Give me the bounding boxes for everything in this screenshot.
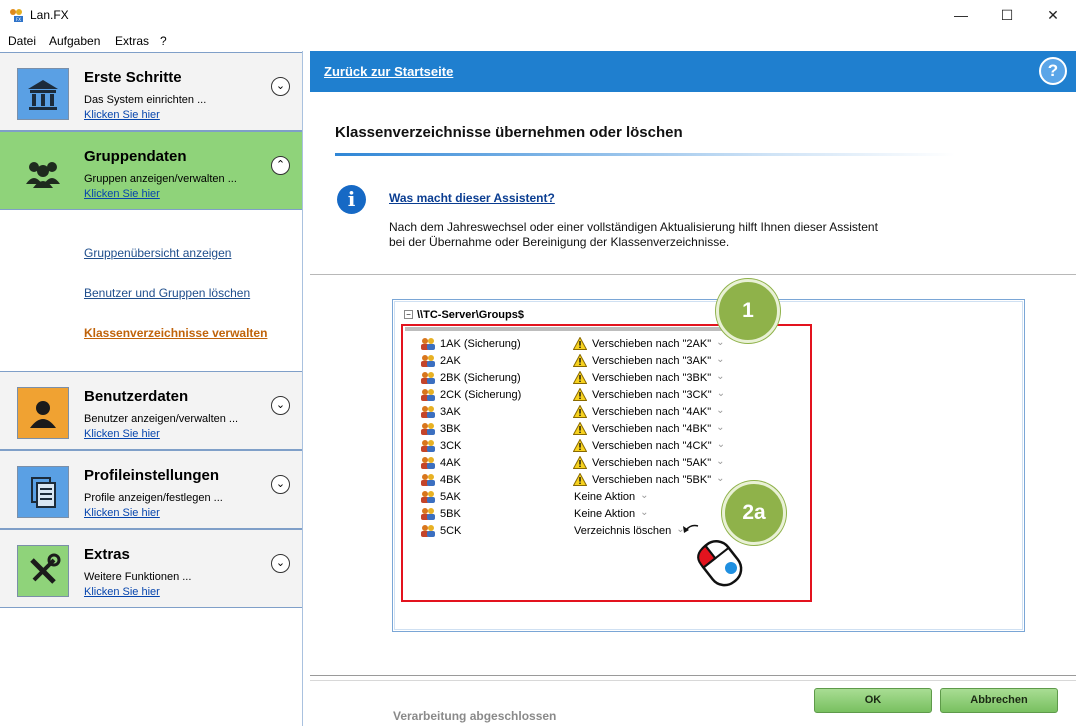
- group-icon: [17, 147, 69, 199]
- sidebar: Erste Schritte Das System einrichten ...…: [0, 51, 303, 726]
- description-line: Nach dem Jahreswechsel oder einer vollst…: [389, 220, 878, 234]
- link-benutzer-gruppen-loeschen[interactable]: Benutzer und Gruppen löschen: [84, 286, 250, 300]
- link-gruppenuebersicht[interactable]: Gruppenübersicht anzeigen: [84, 246, 231, 260]
- panel-link[interactable]: Klicken Sie hier: [84, 507, 160, 519]
- menu-bar: Datei Aufgaben Extras ?: [0, 31, 1076, 51]
- svg-text:FX: FX: [16, 17, 21, 22]
- panel-link[interactable]: Klicken Sie hier: [84, 428, 160, 440]
- info-icon: i: [337, 185, 366, 214]
- chevron-down-icon[interactable]: ⌄: [271, 475, 290, 494]
- chevron-down-icon[interactable]: ⌄: [271, 396, 290, 415]
- description-line: bei der Übernahme oder Bereinigung der K…: [389, 235, 730, 249]
- header-bar: Zurück zur Startseite ?: [310, 51, 1076, 92]
- panel-subtitle: Weitere Funktionen ...: [84, 571, 192, 583]
- panel-erste-schritte[interactable]: Erste Schritte Das System einrichten ...…: [0, 52, 302, 131]
- minimize-icon[interactable]: —: [938, 0, 984, 30]
- panel-link[interactable]: Klicken Sie hier: [84, 188, 160, 200]
- page-title: Klassenverzeichnisse übernehmen oder lös…: [335, 124, 683, 141]
- footer-divider: [310, 675, 1076, 676]
- chevron-down-icon[interactable]: ⌄: [271, 554, 290, 573]
- status-text: Verarbeitung abgeschlossen: [393, 709, 557, 723]
- link-klassenverzeichnisse[interactable]: Klassenverzeichnisse verwalten: [84, 326, 267, 340]
- panel-subtitle: Profile anzeigen/festlegen ...: [84, 492, 223, 504]
- panel-link[interactable]: Klicken Sie hier: [84, 586, 160, 598]
- back-link[interactable]: Zurück zur Startseite: [324, 64, 453, 79]
- panel-profileinstellungen[interactable]: Profileinstellungen Profile anzeigen/fes…: [0, 450, 302, 529]
- menu-datei[interactable]: Datei: [8, 34, 36, 48]
- ok-button[interactable]: OK: [814, 688, 932, 713]
- tools-icon: [17, 545, 69, 597]
- profile-icon: [17, 466, 69, 518]
- panel-title: Profileinstellungen: [84, 467, 220, 484]
- panel-title: Gruppendaten: [84, 148, 187, 165]
- description: Nach dem Jahreswechsel oder einer vollst…: [389, 220, 949, 250]
- tree-root-label: \\TC-Server\Groups$: [417, 309, 524, 321]
- chevron-up-icon[interactable]: ⌃: [271, 156, 290, 175]
- panel-gruppendaten[interactable]: Gruppendaten Gruppen anzeigen/verwalten …: [0, 131, 302, 210]
- divider: [310, 274, 1076, 275]
- close-icon[interactable]: ✕: [1030, 0, 1076, 30]
- mouse-click-icon: [683, 524, 743, 587]
- panel-title: Extras: [84, 546, 130, 563]
- panel-subtitle: Benutzer anzeigen/verwalten ...: [84, 413, 239, 425]
- info-link[interactable]: Was macht dieser Assistent?: [389, 191, 555, 205]
- title-divider: [335, 153, 955, 156]
- panel-subtitle: Gruppen anzeigen/verwalten ...: [84, 173, 237, 185]
- annotation-badge: 1: [716, 279, 780, 343]
- menu-aufgaben[interactable]: Aufgaben: [49, 34, 100, 48]
- panel-title: Benutzerdaten: [84, 388, 189, 405]
- help-icon[interactable]: ?: [1039, 57, 1067, 85]
- footer-divider: [310, 680, 1076, 681]
- collapse-icon[interactable]: −: [404, 310, 413, 319]
- app-logo-icon: FX: [10, 9, 23, 22]
- user-icon: [17, 387, 69, 439]
- chevron-down-icon[interactable]: ⌄: [271, 77, 290, 96]
- menu-extras[interactable]: Extras: [115, 34, 149, 48]
- maximize-icon[interactable]: ☐: [984, 0, 1030, 30]
- panel-title: Erste Schritte: [84, 69, 182, 86]
- bank-icon: [17, 68, 69, 120]
- panel-subtitle: Das System einrichten ...: [84, 94, 207, 106]
- window-title: Lan.FX: [30, 8, 69, 22]
- cancel-button[interactable]: Abbrechen: [940, 688, 1058, 713]
- panel-link[interactable]: Klicken Sie hier: [84, 109, 160, 121]
- tree-root[interactable]: − \\TC-Server\Groups$: [404, 309, 524, 321]
- panel-benutzerdaten[interactable]: Benutzerdaten Benutzer anzeigen/verwalte…: [0, 371, 302, 450]
- title-bar: FX Lan.FX — ☐ ✕: [0, 0, 1076, 30]
- menu-help[interactable]: ?: [160, 34, 167, 48]
- panel-extras[interactable]: Extras Weitere Funktionen ... Klicken Si…: [0, 529, 302, 608]
